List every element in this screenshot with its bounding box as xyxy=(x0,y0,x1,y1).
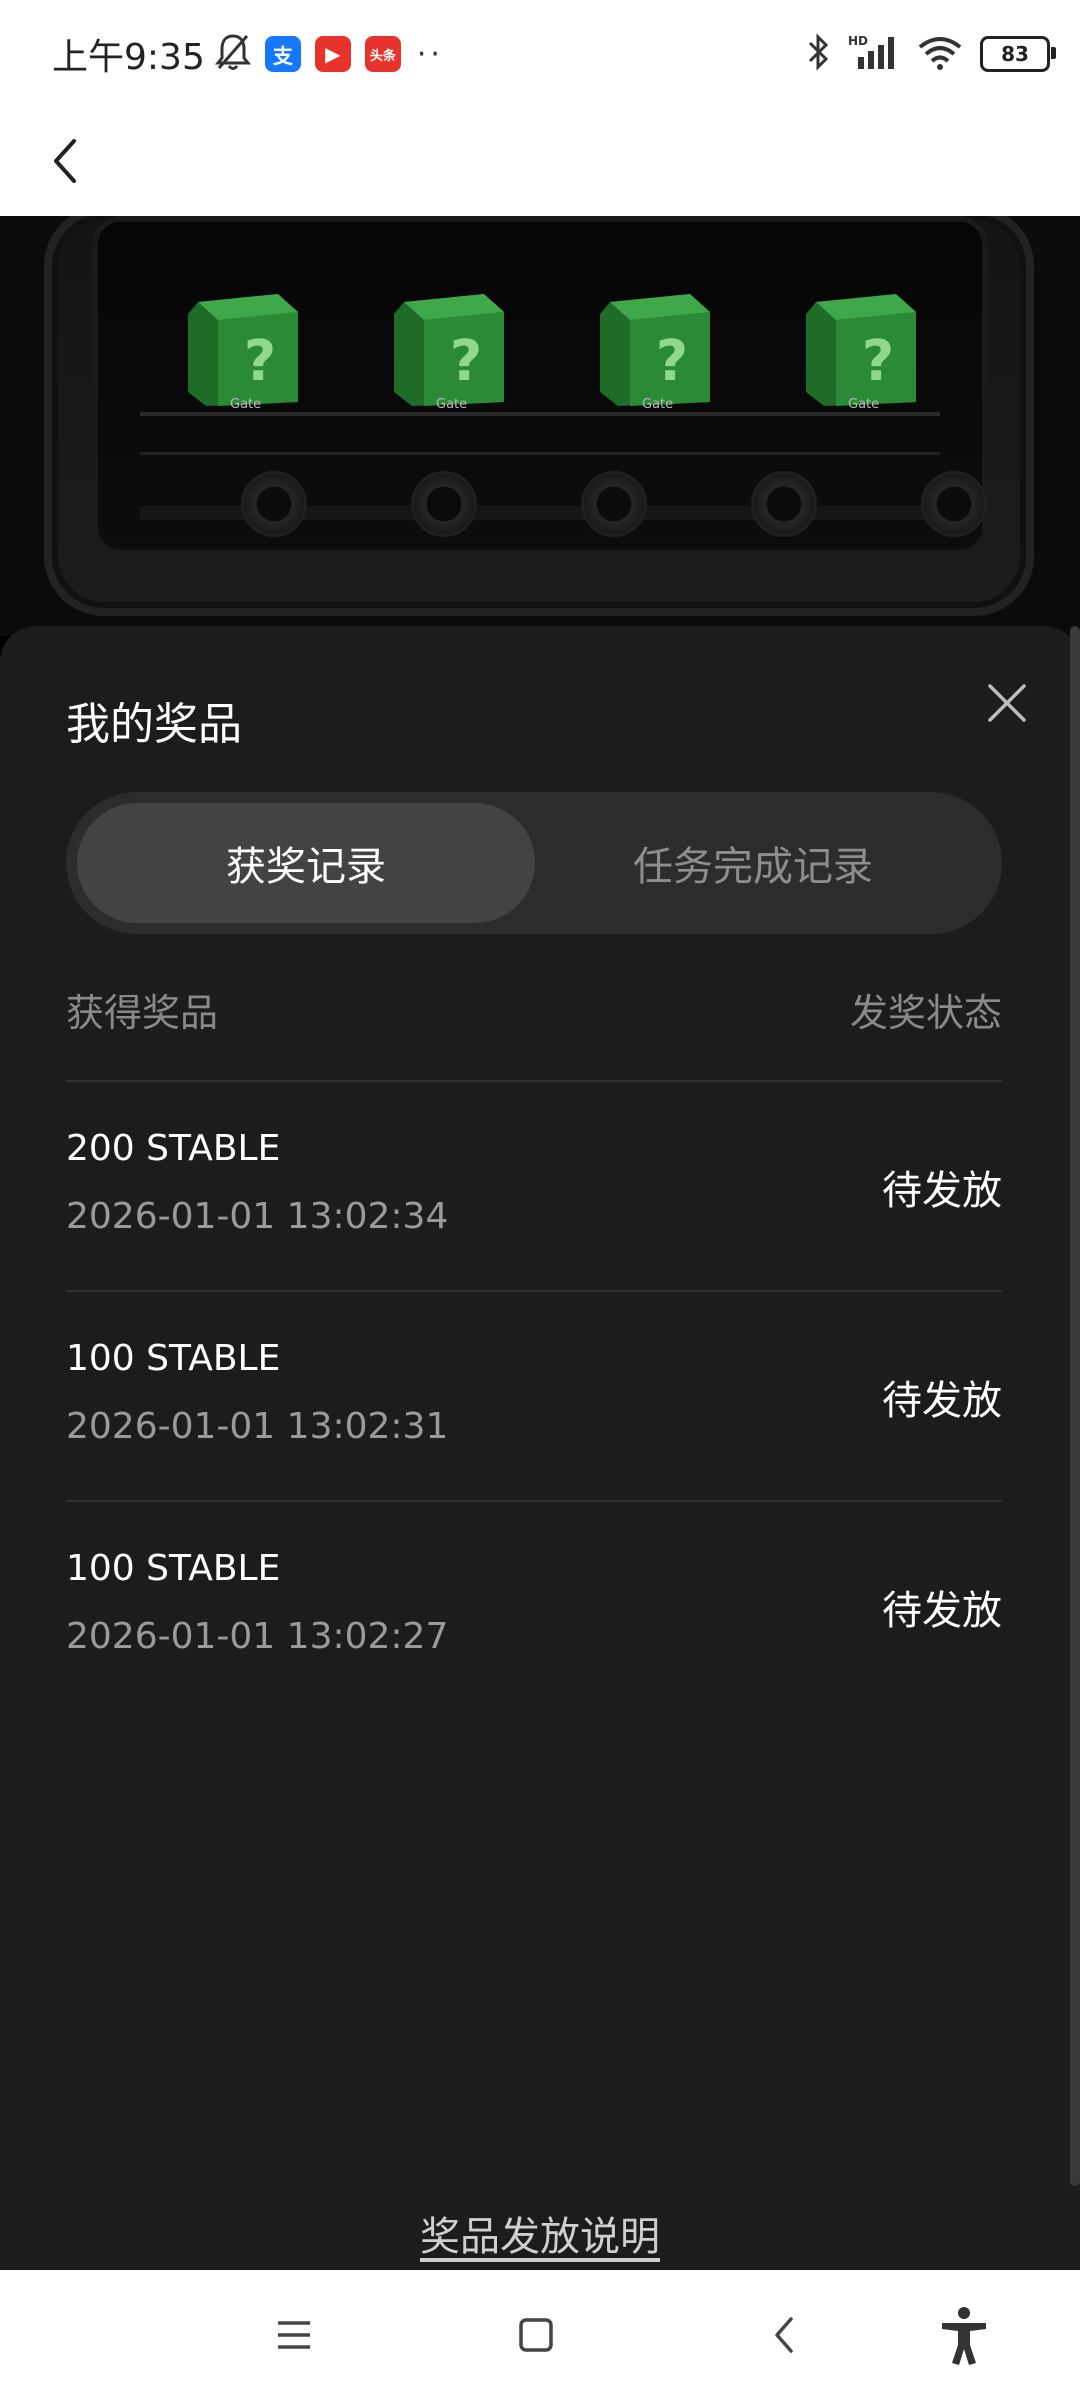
prize-amount: 200 STABLE xyxy=(66,1128,281,1169)
tab-label: 获奖记录 xyxy=(226,844,386,890)
prize-record-row: 200 STABLE 2026-01-01 13:02:34 待发放 xyxy=(66,1082,1002,1290)
nav-menu-button[interactable] xyxy=(259,2300,329,2370)
mystery-box: ? Gate xyxy=(178,282,308,412)
battery-level: 83 xyxy=(1001,42,1029,66)
prize-time: 2026-01-01 13:02:27 xyxy=(66,1616,449,1657)
status-bar: 上午9:35 支 ▶ 头条 ·· HD 83 xyxy=(0,0,1080,108)
prize-status: 待发放 xyxy=(882,1168,1002,1214)
signal-icon: HD xyxy=(848,33,900,75)
bell-off-icon xyxy=(214,32,251,76)
nav-home-button[interactable] xyxy=(501,2300,571,2370)
more-notifications-icon: ·· xyxy=(416,36,444,72)
prize-record-row: 100 STABLE 2026-01-01 13:02:27 待发放 xyxy=(66,1502,1002,1710)
prize-status: 待发放 xyxy=(882,1588,1002,1634)
prize-time: 2026-01-01 13:02:34 xyxy=(66,1196,449,1237)
nav-accessibility-button[interactable] xyxy=(929,2300,999,2370)
mystery-box: ? Gate xyxy=(590,282,720,412)
svg-text:?: ? xyxy=(862,329,894,394)
close-button[interactable] xyxy=(972,668,1042,738)
conveyor-roller xyxy=(754,474,814,534)
svg-text:Gate: Gate xyxy=(436,397,467,412)
chevron-left-icon xyxy=(775,2317,793,2353)
my-prizes-sheet: 我的奖品 获奖记录 任务完成记录 获得奖品 发奖状态 200 STABLE 20… xyxy=(0,626,1080,2270)
tab-task-records[interactable]: 任务完成记录 xyxy=(524,803,982,923)
conveyor-roller xyxy=(244,474,304,534)
back-button[interactable] xyxy=(30,126,100,196)
battery-icon: 83 xyxy=(980,36,1056,72)
status-time: 上午9:35 xyxy=(52,37,205,78)
conveyor-roller xyxy=(584,474,644,534)
record-tabs: 获奖记录 任务完成记录 xyxy=(66,792,1002,934)
mystery-box: ? Gate xyxy=(384,282,514,412)
status-right: HD 83 xyxy=(806,33,1056,75)
prize-amount: 100 STABLE xyxy=(66,1548,281,1589)
prize-record-row: 100 STABLE 2026-01-01 13:02:31 待发放 xyxy=(66,1292,1002,1500)
status-left: 上午9:35 支 ▶ 头条 ·· xyxy=(52,28,444,80)
prize-amount: 100 STABLE xyxy=(66,1338,281,1379)
machine-shelf-lower xyxy=(140,452,940,455)
prize-status: 待发放 xyxy=(882,1378,1002,1424)
svg-text:Gate: Gate xyxy=(848,397,879,412)
header-bar xyxy=(0,108,1080,216)
system-nav-bar xyxy=(0,2270,1080,2400)
svg-text:?: ? xyxy=(450,329,482,394)
svg-text:HD: HD xyxy=(848,34,868,48)
close-icon xyxy=(988,684,1026,722)
column-header-prize: 获得奖品 xyxy=(66,991,219,1035)
nav-back-button[interactable] xyxy=(749,2300,819,2370)
prize-time: 2026-01-01 13:02:31 xyxy=(66,1406,449,1447)
video-app-icon: ▶ xyxy=(314,36,351,72)
column-header-status: 发奖状态 xyxy=(849,991,1002,1035)
accessibility-icon xyxy=(942,2307,986,2365)
prize-distribution-info-link[interactable]: 奖品发放说明 xyxy=(0,2204,1080,2262)
svg-text:Gate: Gate xyxy=(230,397,261,412)
svg-text:?: ? xyxy=(244,329,276,394)
svg-text:Gate: Gate xyxy=(642,397,673,412)
menu-icon xyxy=(278,2321,310,2349)
mystery-box: ? Gate xyxy=(796,282,926,412)
wifi-icon xyxy=(916,33,964,75)
tab-prize-records[interactable]: 获奖记录 xyxy=(77,803,535,923)
toutiao-icon: 头条 xyxy=(364,36,401,72)
home-square-icon xyxy=(519,2318,553,2352)
chevron-left-icon xyxy=(54,139,76,183)
conveyor-roller xyxy=(414,474,474,534)
prize-machine-banner: ? Gate ? Gate ? Gate ? Gate xyxy=(0,216,1080,636)
sheet-scrollbar[interactable] xyxy=(1070,626,1080,2186)
machine-shelf xyxy=(140,412,940,416)
svg-text:?: ? xyxy=(656,329,688,394)
sheet-title: 我的奖品 xyxy=(66,699,242,750)
bluetooth-icon xyxy=(806,33,832,75)
conveyor-roller xyxy=(924,474,984,534)
tab-label: 任务完成记录 xyxy=(633,844,873,890)
alipay-icon: 支 xyxy=(264,36,301,72)
